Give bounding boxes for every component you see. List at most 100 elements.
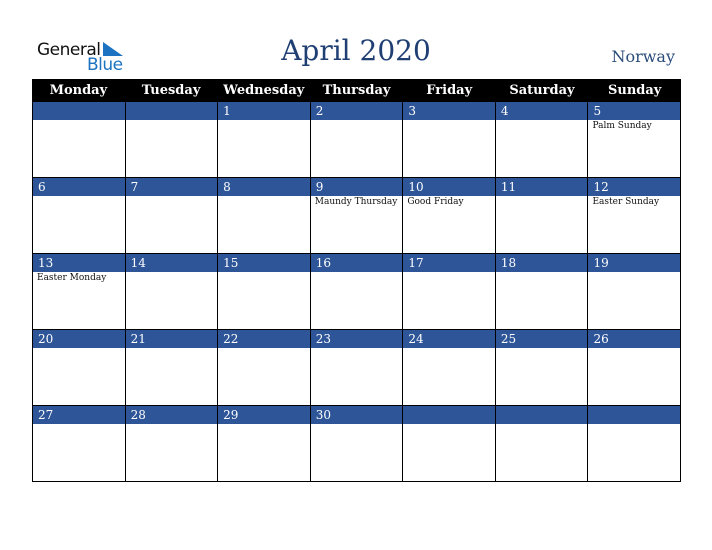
day-number: 12 xyxy=(588,178,681,196)
day-number: 13 xyxy=(33,254,125,272)
day-cell[interactable]: 23 xyxy=(310,330,404,406)
day-number: 14 xyxy=(125,254,218,272)
day-cell[interactable]: 17 xyxy=(403,254,496,330)
holiday-label xyxy=(496,272,588,274)
day-number xyxy=(33,102,125,120)
day-number: 29 xyxy=(218,406,310,424)
holiday-label xyxy=(496,348,588,350)
day-number: 25 xyxy=(495,330,588,348)
day-cell[interactable]: 12 Easter Sunday xyxy=(588,178,682,254)
day-cell[interactable]: 11 xyxy=(495,178,589,254)
holiday-label xyxy=(126,348,218,350)
holiday-label xyxy=(33,196,125,198)
day-cell[interactable]: 8 xyxy=(218,178,311,254)
day-cell[interactable]: 30 xyxy=(310,406,404,482)
holiday-label: Good Friday xyxy=(407,197,464,207)
day-cell[interactable] xyxy=(495,406,589,482)
day-number: 19 xyxy=(588,254,681,272)
day-number: 24 xyxy=(403,330,495,348)
day-cell[interactable]: 27 xyxy=(33,406,126,482)
holiday-label xyxy=(218,348,310,350)
holiday-label xyxy=(588,348,680,350)
day-cell[interactable] xyxy=(588,406,682,482)
day-cell[interactable] xyxy=(33,102,126,178)
holiday-label xyxy=(311,272,403,274)
holiday-label: Maundy Thursday xyxy=(314,197,398,207)
holiday-label xyxy=(218,272,310,274)
weekday-monday: Monday xyxy=(49,83,108,98)
day-number xyxy=(588,406,681,424)
day-cell[interactable]: 13 Easter Monday xyxy=(33,254,126,330)
holiday-label xyxy=(33,424,125,426)
week-row: 6 7 8 9 Maundy Thursday 10 Good Friday 11 12 East… xyxy=(32,178,682,254)
day-cell[interactable]: 21 xyxy=(125,330,219,406)
day-cell[interactable] xyxy=(403,406,496,482)
day-cell[interactable]: 18 xyxy=(495,254,589,330)
country-label: Norway xyxy=(611,47,675,66)
holiday-label xyxy=(126,424,218,426)
day-cell[interactable]: 19 xyxy=(588,254,682,330)
day-cell[interactable]: 10 Good Friday xyxy=(403,178,496,254)
holiday-label xyxy=(311,348,403,350)
day-cell[interactable]: 5 Palm Sunday xyxy=(588,102,682,178)
holiday-label xyxy=(496,424,588,426)
day-number: 23 xyxy=(310,330,403,348)
day-cell[interactable]: 28 xyxy=(125,406,219,482)
day-number: 3 xyxy=(403,102,495,120)
day-cell[interactable]: 16 xyxy=(310,254,404,330)
holiday-label: Easter Monday xyxy=(37,273,107,283)
holiday-label xyxy=(588,272,680,274)
day-cell[interactable]: 29 xyxy=(218,406,311,482)
day-number: 2 xyxy=(310,102,403,120)
day-cell[interactable]: 25 xyxy=(495,330,589,406)
day-number: 10 xyxy=(403,178,495,196)
day-number: 26 xyxy=(588,330,681,348)
weekday-wednesday: Wednesday xyxy=(223,83,305,98)
day-cell[interactable]: 20 xyxy=(33,330,126,406)
day-number: 11 xyxy=(495,178,588,196)
day-number xyxy=(125,102,218,120)
day-cell[interactable]: 4 xyxy=(495,102,589,178)
day-cell[interactable]: 14 xyxy=(125,254,219,330)
day-number xyxy=(495,406,588,424)
day-number: 28 xyxy=(125,406,218,424)
weekday-friday: Friday xyxy=(426,83,473,98)
day-number: 17 xyxy=(403,254,495,272)
day-cell[interactable]: 2 xyxy=(310,102,404,178)
holiday-label xyxy=(33,120,125,122)
day-cell[interactable]: 3 xyxy=(403,102,496,178)
weekday-header: Monday Tuesday Wednesday Thursday Friday Satu… xyxy=(32,79,681,102)
holiday-label xyxy=(126,120,218,122)
day-cell[interactable]: 15 xyxy=(218,254,311,330)
day-cell[interactable]: 22 xyxy=(218,330,311,406)
day-cell[interactable]: 26 xyxy=(588,330,682,406)
page-title: April 2020 xyxy=(281,34,431,67)
week-row: 13 Easter Monday 14 15 16 17 18 19 xyxy=(32,254,682,330)
holiday-label xyxy=(311,120,403,122)
holiday-label xyxy=(218,120,310,122)
holiday-label xyxy=(218,196,310,198)
holiday-label xyxy=(403,272,495,274)
day-cell[interactable]: 6 xyxy=(33,178,126,254)
weekday-tuesday: Tuesday xyxy=(141,83,201,98)
day-number: 20 xyxy=(33,330,125,348)
holiday-label xyxy=(496,196,588,198)
day-number: 27 xyxy=(33,406,125,424)
day-cell[interactable]: 7 xyxy=(125,178,219,254)
weekday-saturday: Saturday xyxy=(509,83,575,98)
day-number: 4 xyxy=(495,102,588,120)
week-row: 27 28 29 30 xyxy=(32,406,682,482)
day-cell[interactable]: 9 Maundy Thursday xyxy=(310,178,404,254)
day-cell[interactable]: 1 xyxy=(218,102,311,178)
holiday-label xyxy=(403,424,495,426)
holiday-label xyxy=(403,120,495,122)
holiday-label: Easter Sunday xyxy=(592,197,660,207)
day-number xyxy=(403,406,495,424)
day-cell[interactable]: 24 xyxy=(403,330,496,406)
day-number: 7 xyxy=(125,178,218,196)
week-row: 1 2 3 4 5 Palm Sunday xyxy=(32,102,682,178)
weekday-thursday: Thursday xyxy=(322,83,391,98)
day-number: 18 xyxy=(495,254,588,272)
day-cell[interactable] xyxy=(125,102,219,178)
day-number: 9 xyxy=(310,178,403,196)
